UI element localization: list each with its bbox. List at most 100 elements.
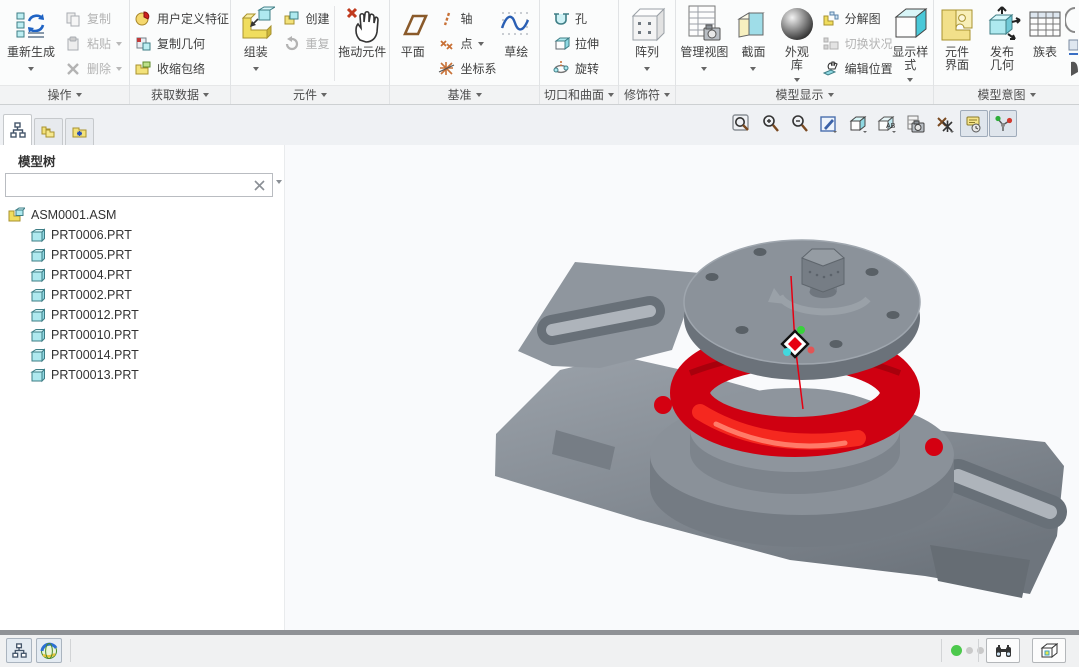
section-icon (733, 5, 773, 45)
edit-position-button[interactable]: 编辑位置 (819, 56, 889, 81)
publish-geometry-label: 发布几何 (987, 46, 1017, 72)
create-button[interactable]: 创建 (280, 6, 332, 31)
search-input[interactable] (6, 175, 247, 195)
tree-row-part[interactable]: PRT00012.PRT (0, 305, 285, 325)
regenerate-button[interactable]: 重新生成 (1, 2, 61, 74)
plane-button[interactable]: 平面 (391, 2, 435, 59)
toggle-model-tree-button[interactable] (6, 638, 32, 663)
tree-item-label: PRT00014.PRT (51, 348, 139, 362)
dropdown-arrow-icon[interactable] (253, 67, 259, 71)
tab-favorites[interactable] (65, 118, 94, 145)
tree-row-part[interactable]: PRT0002.PRT (0, 285, 285, 305)
section-button[interactable]: 截面 (732, 2, 775, 74)
group-label-cut-surface[interactable]: 切口和曲面 (540, 85, 618, 104)
drag-handle-red-dot[interactable] (808, 347, 815, 354)
extrude-label: 拉伸 (575, 35, 599, 52)
toggle-browser-button[interactable] (36, 638, 62, 663)
graphics-toolbar: AB (728, 110, 1017, 137)
regenerate-label: 重新生成 (7, 46, 55, 59)
appearance-gallery-button[interactable]: 外观库 (775, 2, 818, 85)
graphics-viewport[interactable] (285, 145, 1079, 630)
family-table-label: 族表 (1033, 46, 1057, 59)
folder-browser-tab-icon (40, 124, 57, 140)
shrinkwrap-button[interactable]: 收缩包络 (131, 56, 230, 81)
annotation-display-button[interactable] (960, 110, 988, 137)
search-model-button[interactable] (986, 638, 1020, 663)
group-label-operations[interactable]: 操作 (0, 85, 129, 104)
drag-components-label: 拖动元件 (338, 46, 386, 59)
dropdown-arrow-icon[interactable] (907, 78, 913, 82)
assemble-label: 组装 (244, 46, 268, 59)
paste-icon (65, 36, 81, 52)
statusbar-separator (70, 639, 71, 662)
copy-geometry-button[interactable]: 复制几何 (131, 31, 230, 56)
zoom-out-button[interactable] (786, 110, 814, 137)
extrude-button[interactable]: 拉伸 (549, 31, 617, 56)
manage-views-button[interactable]: 管理视图 (677, 2, 732, 74)
pattern-button[interactable]: 阵列 (621, 2, 673, 74)
group-label-component[interactable]: 元件 (231, 85, 389, 104)
selection-filter-button[interactable] (1032, 638, 1066, 663)
publish-geometry-button[interactable]: 发布几何 (979, 2, 1025, 72)
dropdown-arrow-icon[interactable] (750, 67, 756, 71)
view-manager-button[interactable] (902, 110, 930, 137)
part-icon (30, 308, 45, 323)
display-style-toolbar-button[interactable] (844, 110, 872, 137)
group-label-model-intent[interactable]: 模型意图 (934, 85, 1079, 104)
group-label-datum[interactable]: 基准 (390, 85, 539, 104)
saved-views-button[interactable]: AB (873, 110, 901, 137)
browser-globe-icon (40, 642, 58, 660)
sketch-button[interactable]: 草绘 (495, 2, 539, 59)
spin-center-button[interactable] (989, 110, 1017, 137)
datum-display-button[interactable] (931, 110, 959, 137)
copy-geometry-label: 复制几何 (157, 35, 205, 52)
group-label-get-data[interactable]: 获取数据 (130, 85, 230, 104)
status-bar (0, 635, 1079, 667)
exploded-view-button[interactable]: 分解图 (819, 6, 889, 31)
repaint-button[interactable] (815, 110, 843, 137)
tree-row-part[interactable]: PRT0006.PRT (0, 225, 285, 245)
tree-row-part[interactable]: PRT0004.PRT (0, 265, 285, 285)
tree-row-part[interactable]: PRT00014.PRT (0, 345, 285, 365)
tree-row-part[interactable]: PRT00013.PRT (0, 365, 285, 385)
tab-folder-browser[interactable] (34, 118, 63, 145)
dropdown-arrow-icon[interactable] (644, 67, 650, 71)
zoom-in-button[interactable] (757, 110, 785, 137)
search-dropdown-arrow-icon[interactable] (276, 180, 282, 184)
group-label-model-display[interactable]: 模型显示 (676, 85, 933, 104)
udf-button[interactable]: 用户定义特征 (131, 6, 230, 31)
drag-handle-green-dot[interactable] (797, 326, 805, 334)
zoom-out-icon (790, 114, 810, 134)
dropdown-arrow-icon[interactable] (478, 42, 484, 46)
dropdown-arrow-icon[interactable] (701, 67, 707, 71)
family-table-button[interactable]: 族表 (1025, 2, 1065, 59)
tree-row-part[interactable]: PRT00010.PRT (0, 325, 285, 345)
navigator-panel: 模型树 ASM0001.ASM PRT0006.PRT (0, 145, 285, 630)
revolve-button[interactable]: 旋转 (549, 56, 617, 81)
refit-button[interactable] (728, 110, 756, 137)
dropdown-arrow-icon (116, 67, 122, 71)
axis-button[interactable]: 轴 (435, 6, 495, 31)
component-interface-button[interactable]: 元件界面 (935, 2, 979, 72)
display-style-button[interactable]: 显示样式 (889, 2, 932, 85)
dropdown-arrow-icon[interactable] (28, 67, 34, 71)
group-label-text: 基准 (447, 87, 471, 104)
csys-button[interactable]: 坐标系 (435, 56, 495, 81)
assemble-button[interactable]: 组装 (232, 2, 280, 74)
tree-row-assembly[interactable]: ASM0001.ASM (0, 205, 285, 225)
tree-row-part[interactable]: PRT0005.PRT (0, 245, 285, 265)
drag-components-button[interactable]: 拖动元件 (337, 2, 388, 59)
edit-position-icon (822, 60, 839, 77)
extrude-icon (553, 35, 570, 52)
group-label-modifiers[interactable]: 修饰符 (619, 85, 675, 104)
clear-search-button[interactable] (247, 180, 272, 191)
hole-button[interactable]: 孔 (549, 6, 617, 31)
ribbon: 重新生成 复制 粘贴 删除 (0, 0, 1079, 105)
svg-text:AB: AB (886, 123, 896, 130)
point-button[interactable]: 点 (435, 31, 495, 56)
tab-model-tree[interactable] (3, 114, 32, 145)
clear-search-icon (254, 180, 265, 191)
switch-state-button: 切换状况 (819, 31, 889, 56)
dropdown-arrow-icon[interactable] (794, 78, 800, 82)
drag-handle-cyan-dot[interactable] (783, 348, 791, 356)
